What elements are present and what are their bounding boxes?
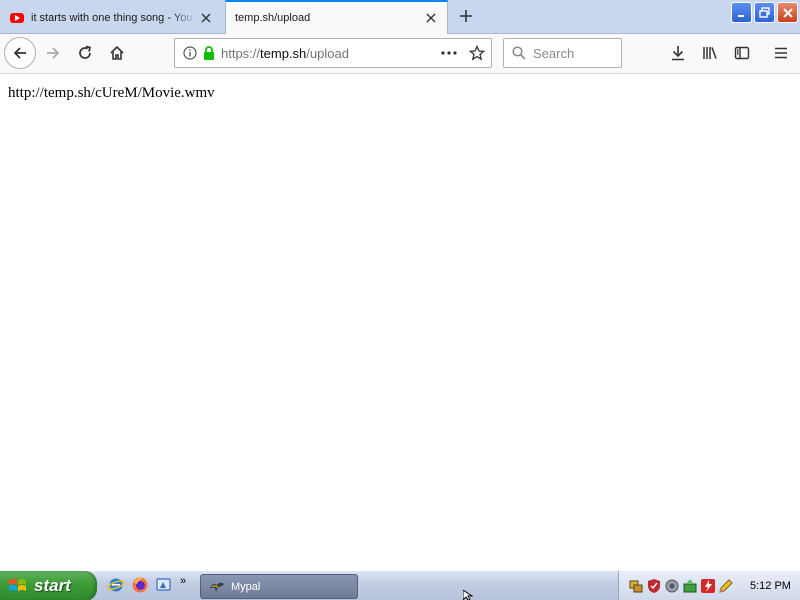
tray-network-icon[interactable]	[628, 578, 644, 594]
window-controls	[731, 2, 798, 23]
reload-button[interactable]	[70, 38, 100, 68]
home-button[interactable]	[102, 38, 132, 68]
close-window-button[interactable]	[777, 2, 798, 23]
tab-strip: it starts with one thing song - YouTube …	[0, 0, 800, 34]
tab-title: temp.sh/upload	[235, 12, 311, 24]
page-content: http://temp.sh/cUreM/Movie.wmv	[0, 75, 800, 570]
forward-button[interactable]	[38, 38, 68, 68]
page-actions-icon[interactable]	[441, 51, 457, 55]
tray-update-icon[interactable]	[682, 578, 698, 594]
url-text: https://temp.sh/upload	[221, 46, 441, 61]
taskbar-item-mypal[interactable]: Mypal	[200, 574, 358, 599]
search-placeholder: Search	[533, 45, 575, 61]
tab-title: it starts with one thing song - YouTube	[31, 11, 196, 24]
home-icon	[110, 45, 124, 60]
back-button[interactable]	[4, 37, 36, 69]
search-icon	[512, 46, 526, 60]
tray-flash-icon[interactable]	[700, 578, 716, 594]
tab-youtube[interactable]: it starts with one thing song - YouTube	[0, 1, 222, 34]
mouse-cursor-icon	[463, 590, 473, 600]
system-tray: 5:12 PM	[618, 571, 800, 600]
start-label: start	[34, 576, 71, 595]
close-tab-icon[interactable]	[196, 8, 216, 28]
new-tab-button[interactable]	[455, 5, 477, 27]
windows-logo-icon	[9, 579, 26, 591]
quick-launch: »	[106, 575, 186, 595]
taskbar-item-label: Mypal	[231, 580, 261, 593]
search-input[interactable]: Search	[503, 38, 622, 68]
downloads-button[interactable]	[663, 38, 693, 68]
bookmark-star-icon[interactable]	[469, 45, 485, 61]
internet-explorer-icon[interactable]	[106, 575, 126, 595]
sidebar-button[interactable]	[727, 38, 757, 68]
tray-pencil-icon[interactable]	[718, 578, 734, 594]
back-arrow-icon	[13, 47, 26, 59]
download-icon	[672, 46, 684, 61]
restore-button[interactable]	[754, 2, 775, 23]
library-icon	[703, 47, 717, 59]
secure-lock-icon[interactable]	[203, 46, 215, 60]
taskbar: start » Mypal 5:12 PM	[0, 570, 800, 600]
quick-launch-more[interactable]: »	[180, 575, 186, 587]
tray-security-shield-icon[interactable]	[646, 578, 662, 594]
url-prefix: https://	[221, 45, 261, 61]
show-desktop-icon[interactable]	[154, 575, 174, 595]
close-tab-icon[interactable]	[421, 8, 441, 28]
tab-temp-sh[interactable]: temp.sh/upload	[225, 0, 448, 34]
reload-icon	[79, 45, 92, 59]
library-button[interactable]	[695, 38, 725, 68]
taskbar-clock[interactable]: 5:12 PM	[750, 580, 791, 592]
menu-button[interactable]	[766, 38, 796, 68]
minimize-button[interactable]	[731, 2, 752, 23]
url-path: /upload	[306, 45, 349, 61]
screen: it starts with one thing song - YouTube …	[0, 0, 800, 600]
uploaded-file-url[interactable]: http://temp.sh/cUreM/Movie.wmv	[8, 85, 215, 102]
info-icon[interactable]	[183, 46, 197, 60]
start-button[interactable]: start	[0, 571, 97, 600]
hamburger-menu-icon	[775, 47, 787, 59]
firefox-icon[interactable]	[130, 575, 150, 595]
url-bar[interactable]: https://temp.sh/upload	[174, 38, 492, 68]
navigation-bar: https://temp.sh/upload Search	[0, 34, 800, 74]
tray-volume-icon[interactable]	[664, 578, 680, 594]
url-host: temp.sh	[260, 45, 307, 61]
mypal-app-icon	[210, 582, 224, 592]
forward-arrow-icon	[47, 47, 60, 59]
sidebar-icon	[734, 46, 750, 60]
youtube-icon	[10, 12, 24, 23]
